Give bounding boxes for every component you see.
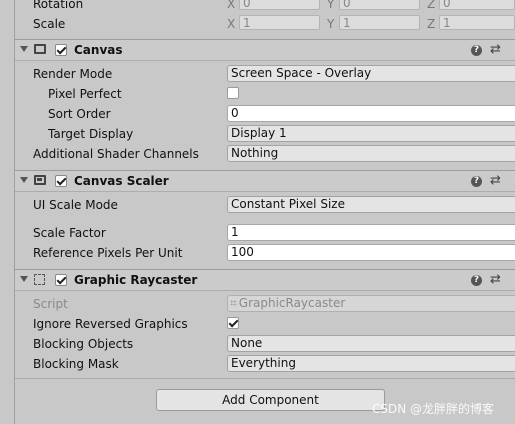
blocking-mask-row: Blocking Mask Everything — [15, 354, 515, 374]
watermark: CSDN @龙胖胖的博客 — [372, 402, 495, 416]
rotation-z: Z 0 — [427, 0, 515, 12]
sort-order-row: Sort Order 0 — [15, 104, 515, 124]
script-label: Script — [33, 297, 68, 311]
scale-y: Y 1 — [327, 15, 422, 32]
blocking-mask-label: Blocking Mask — [33, 357, 119, 371]
scale-factor-label: Scale Factor — [33, 226, 106, 240]
scale-label: Scale — [33, 17, 66, 31]
shader-channels-value: Nothing — [231, 146, 279, 160]
scale-factor-row: Scale Factor 1 — [15, 223, 515, 243]
blocking-mask-dropdown[interactable]: Everything — [227, 355, 515, 372]
presets-icon[interactable]: ⇄ — [490, 173, 501, 188]
ui-scale-mode-value: Constant Pixel Size — [231, 197, 345, 211]
help-icon[interactable]: ? — [471, 176, 482, 187]
inspector-window: Rotation X 0 Y 0 Z 0 Scale X 1 Y 1 Z 1 C… — [0, 0, 515, 424]
ignore-reversed-checkbox[interactable] — [227, 317, 239, 329]
render-mode-dropdown[interactable]: Screen Space - Overlay — [227, 65, 515, 82]
help-icon[interactable]: ? — [471, 45, 482, 56]
axis-y-label: Y — [327, 0, 335, 11]
sort-order-field[interactable]: 0 — [227, 105, 515, 122]
more-menu-icon[interactable]: ⋮ — [510, 272, 515, 287]
ui-scale-mode-dropdown[interactable]: Constant Pixel Size — [227, 196, 515, 213]
target-display-dropdown[interactable]: Display 1 — [227, 125, 515, 142]
pixel-perfect-label: Pixel Perfect — [48, 87, 122, 101]
scale-x-field[interactable]: 1 — [239, 15, 320, 30]
rotation-label: Rotation — [33, 0, 84, 11]
script-field[interactable]: ⌗GraphicRaycaster⊙ — [227, 295, 515, 312]
canvas-scaler-enabled-checkbox[interactable] — [55, 175, 67, 187]
script-icon: ⌗ — [230, 296, 237, 310]
rotation-x-field[interactable]: 0 — [239, 0, 320, 10]
axis-y-label: Y — [327, 17, 335, 31]
canvas-icon — [34, 44, 46, 54]
more-menu-icon[interactable]: ⋮ — [510, 42, 515, 57]
divider — [15, 378, 515, 379]
more-menu-icon[interactable]: ⋮ — [510, 173, 515, 188]
graphic-raycaster-enabled-checkbox[interactable] — [55, 274, 67, 286]
canvas-title: Canvas — [74, 43, 123, 57]
scale-factor-field[interactable]: 1 — [227, 224, 515, 241]
blocking-objects-dropdown[interactable]: None — [227, 335, 515, 352]
blocking-mask-value: Everything — [231, 356, 296, 370]
ui-scale-mode-row: UI Scale Mode Constant Pixel Size — [15, 195, 515, 215]
script-value: GraphicRaycaster — [238, 296, 346, 310]
blocking-objects-value: None — [231, 336, 263, 350]
axis-z-label: Z — [427, 0, 436, 11]
add-component-button[interactable]: Add Component — [156, 389, 385, 411]
foldout-arrow-icon[interactable] — [20, 46, 28, 52]
reference-ppu-label: Reference Pixels Per Unit — [33, 246, 183, 260]
presets-icon[interactable]: ⇄ — [490, 42, 501, 57]
graphic-raycaster-icon — [34, 274, 45, 285]
scale-x: X 1 — [227, 15, 322, 32]
canvas-enabled-checkbox[interactable] — [55, 44, 67, 56]
sort-order-label: Sort Order — [48, 107, 111, 121]
shader-channels-row: Additional Shader Channels Nothing — [15, 144, 515, 164]
pixel-perfect-row: Pixel Perfect — [15, 84, 515, 104]
presets-icon[interactable]: ⇄ — [490, 272, 501, 287]
axis-x-label: X — [227, 17, 236, 31]
ignore-reversed-row: Ignore Reversed Graphics — [15, 314, 515, 334]
blocking-objects-label: Blocking Objects — [33, 337, 134, 351]
left-gutter — [0, 0, 15, 424]
scale-z: Z 1 — [427, 15, 515, 32]
rotation-x: X 0 — [227, 0, 322, 12]
rotation-row: Rotation X 0 Y 0 Z 0 — [15, 0, 515, 14]
reference-ppu-field[interactable]: 100 — [227, 244, 515, 261]
shader-channels-label: Additional Shader Channels — [33, 147, 199, 161]
ui-scale-mode-label: UI Scale Mode — [33, 198, 118, 212]
blocking-objects-row: Blocking Objects None — [15, 334, 515, 354]
axis-z-label: Z — [427, 17, 436, 31]
graphic-raycaster-component-header[interactable]: Graphic Raycaster ? ⇄ ⋮ — [15, 269, 515, 291]
scale-row: Scale X 1 Y 1 Z 1 — [15, 14, 515, 34]
render-mode-row: Render Mode Screen Space - Overlay — [15, 64, 515, 84]
graphic-raycaster-title: Graphic Raycaster — [74, 273, 198, 287]
foldout-arrow-icon[interactable] — [20, 276, 28, 282]
canvas-scaler-title: Canvas Scaler — [74, 174, 169, 188]
rotation-z-field[interactable]: 0 — [439, 0, 515, 10]
target-display-row: Target Display Display 1 — [15, 124, 515, 144]
ignore-reversed-label: Ignore Reversed Graphics — [33, 317, 188, 331]
inspector-panel: Rotation X 0 Y 0 Z 0 Scale X 1 Y 1 Z 1 C… — [15, 0, 515, 424]
scale-z-field[interactable]: 1 — [439, 15, 515, 30]
script-row: Script ⌗GraphicRaycaster⊙ — [15, 294, 515, 314]
pixel-perfect-checkbox[interactable] — [227, 87, 239, 99]
rotation-y: Y 0 — [327, 0, 422, 12]
render-mode-value: Screen Space - Overlay — [231, 66, 372, 80]
canvas-component-header[interactable]: Canvas ? ⇄ ⋮ — [15, 39, 515, 61]
rotation-y-field[interactable]: 0 — [339, 0, 420, 10]
axis-x-label: X — [227, 0, 236, 11]
target-display-label: Target Display — [48, 127, 134, 141]
canvas-scaler-icon — [34, 175, 46, 185]
reference-ppu-row: Reference Pixels Per Unit 100 — [15, 243, 515, 263]
render-mode-label: Render Mode — [33, 67, 113, 81]
foldout-arrow-icon[interactable] — [20, 177, 28, 183]
shader-channels-dropdown[interactable]: Nothing — [227, 145, 515, 162]
scale-y-field[interactable]: 1 — [339, 15, 420, 30]
canvas-scaler-component-header[interactable]: Canvas Scaler ? ⇄ ⋮ — [15, 170, 515, 192]
help-icon[interactable]: ? — [471, 275, 482, 286]
target-display-value: Display 1 — [231, 126, 287, 140]
